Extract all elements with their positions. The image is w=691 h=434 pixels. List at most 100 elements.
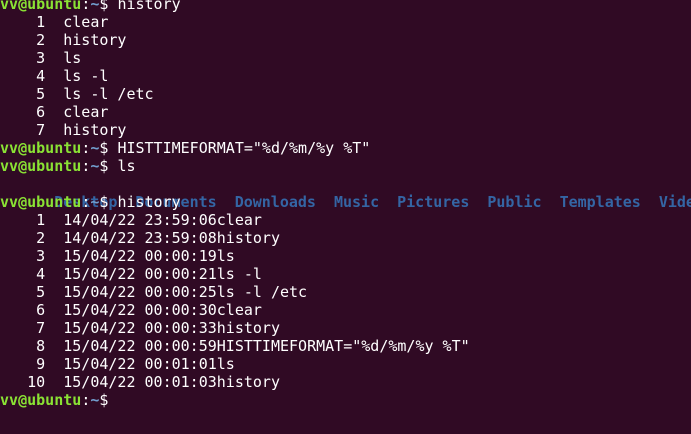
command-text: history bbox=[117, 193, 181, 211]
prompt-user: avv@ubuntu bbox=[0, 193, 82, 211]
history-command: clear bbox=[63, 103, 109, 121]
prompt-separator: : bbox=[81, 0, 91, 13]
command-text: HISTTIMEFORMAT="%d/%m/%y %T" bbox=[117, 139, 371, 157]
history-number: 1 bbox=[36, 211, 46, 229]
prompt-dollar: $ bbox=[99, 391, 118, 409]
history-entry: 4 ls -l bbox=[0, 67, 691, 85]
history-entry: 8 15/04/22 00:00:59HISTTIMEFORMAT="%d/%m… bbox=[0, 337, 691, 355]
history-command: clear bbox=[63, 13, 109, 31]
history-timestamped-command: 15/04/22 00:00:21ls -l bbox=[63, 265, 262, 283]
history-number: 2 bbox=[36, 229, 46, 247]
history-number: 5 bbox=[36, 283, 46, 301]
prompt-line: avv@ubuntu:~$ history bbox=[0, 0, 691, 13]
command-text: ls bbox=[117, 157, 136, 175]
history-timestamped-command: 15/04/22 00:00:33history bbox=[63, 319, 280, 337]
directory-entry: Public bbox=[487, 193, 542, 211]
history-number: 7 bbox=[36, 121, 46, 139]
history-number: 3 bbox=[36, 247, 46, 265]
history-timestamped-command: 15/04/22 00:01:01ls bbox=[63, 355, 235, 373]
directory-entry: Templates bbox=[559, 193, 641, 211]
history-number: 2 bbox=[36, 31, 46, 49]
history-number: 3 bbox=[36, 49, 46, 67]
history-output-list: 1 clear 2 history 3 ls 4 ls -l 5 ls -l /… bbox=[0, 13, 691, 139]
history-number: 4 bbox=[36, 265, 46, 283]
prompt-separator: : bbox=[81, 157, 91, 175]
directory-entry: Pictures bbox=[397, 193, 470, 211]
history-command: ls -l /etc bbox=[63, 85, 154, 103]
prompt-line: avv@ubuntu:~$ ls bbox=[0, 157, 691, 175]
history-entry: 9 15/04/22 00:01:01ls bbox=[0, 355, 691, 373]
history-command: ls -l bbox=[63, 67, 109, 85]
prompt-separator: : bbox=[81, 193, 91, 211]
history-entry: 5 15/04/22 00:00:25ls -l /etc bbox=[0, 283, 691, 301]
history-timestamped-command: 15/04/22 00:00:30clear bbox=[63, 301, 262, 319]
prompt-separator: : bbox=[81, 391, 91, 409]
directory-entry: Downloads bbox=[234, 193, 316, 211]
history-timestamped-command: 14/04/22 23:59:06clear bbox=[63, 211, 262, 229]
history-number: 1 bbox=[36, 13, 46, 31]
history-entry: 6 15/04/22 00:00:30clear bbox=[0, 301, 691, 319]
history-command: ls bbox=[63, 49, 82, 67]
directory-entry: Music bbox=[333, 193, 380, 211]
prompt-dollar: $ bbox=[99, 193, 118, 211]
history-entry: 10 15/04/22 00:01:03history bbox=[0, 373, 691, 391]
history-entry: 7 15/04/22 00:00:33history bbox=[0, 319, 691, 337]
history-command: history bbox=[63, 31, 127, 49]
prompt-user: avv@ubuntu bbox=[0, 391, 82, 409]
history-entry: 7 history bbox=[0, 121, 691, 139]
history-number: 5 bbox=[36, 85, 46, 103]
history-entry: 5 ls -l /etc bbox=[0, 85, 691, 103]
directory-entry: Videos bbox=[658, 193, 691, 211]
prompt-user: avv@ubuntu bbox=[0, 0, 82, 13]
history-entry: 6 clear bbox=[0, 103, 691, 121]
history-entry: 1 14/04/22 23:59:06clear bbox=[0, 211, 691, 229]
history-entry: 3 15/04/22 00:00:19ls bbox=[0, 247, 691, 265]
prompt-separator: : bbox=[81, 139, 91, 157]
prompt-user: avv@ubuntu bbox=[0, 139, 82, 157]
terminal-window[interactable]: avv@ubuntu:~$ history 1 clear 2 history … bbox=[0, 0, 691, 434]
history-number: 7 bbox=[36, 319, 46, 337]
history-timestamped-command: 15/04/22 00:01:03history bbox=[63, 373, 280, 391]
history-number: 10 bbox=[27, 373, 46, 391]
prompt-line-current[interactable]: avv@ubuntu:~$ bbox=[0, 391, 691, 409]
history-entry: 3 ls bbox=[0, 49, 691, 67]
history-number: 8 bbox=[36, 337, 46, 355]
terminal-output: avv@ubuntu:~$ history 1 clear 2 history … bbox=[0, 0, 691, 409]
history-command: history bbox=[63, 121, 127, 139]
prompt-dollar: $ bbox=[99, 139, 118, 157]
history-number: 4 bbox=[36, 67, 46, 85]
history-entry: 4 15/04/22 00:00:21ls -l bbox=[0, 265, 691, 283]
command-text: history bbox=[117, 0, 181, 13]
prompt-dollar: $ bbox=[99, 157, 118, 175]
prompt-user: avv@ubuntu bbox=[0, 157, 82, 175]
prompt-dollar: $ bbox=[99, 0, 118, 13]
history-output-list: 1 14/04/22 23:59:06clear 2 14/04/22 23:5… bbox=[0, 211, 691, 391]
history-timestamped-command: 15/04/22 00:00:25ls -l /etc bbox=[63, 283, 308, 301]
history-number: 6 bbox=[36, 103, 46, 121]
history-entry: 2 history bbox=[0, 31, 691, 49]
prompt-line: avv@ubuntu:~$ HISTTIMEFORMAT="%d/%m/%y %… bbox=[0, 139, 691, 157]
history-number: 6 bbox=[36, 301, 46, 319]
history-entry: 1 clear bbox=[0, 13, 691, 31]
history-entry: 2 14/04/22 23:59:08history bbox=[0, 229, 691, 247]
history-timestamped-command: 15/04/22 00:00:59HISTTIMEFORMAT="%d/%m/%… bbox=[63, 337, 470, 355]
ls-output-line: Desktop Documents Downloads Music Pictures Pu… bbox=[0, 175, 691, 211]
history-timestamped-command: 14/04/22 23:59:08history bbox=[63, 229, 280, 247]
